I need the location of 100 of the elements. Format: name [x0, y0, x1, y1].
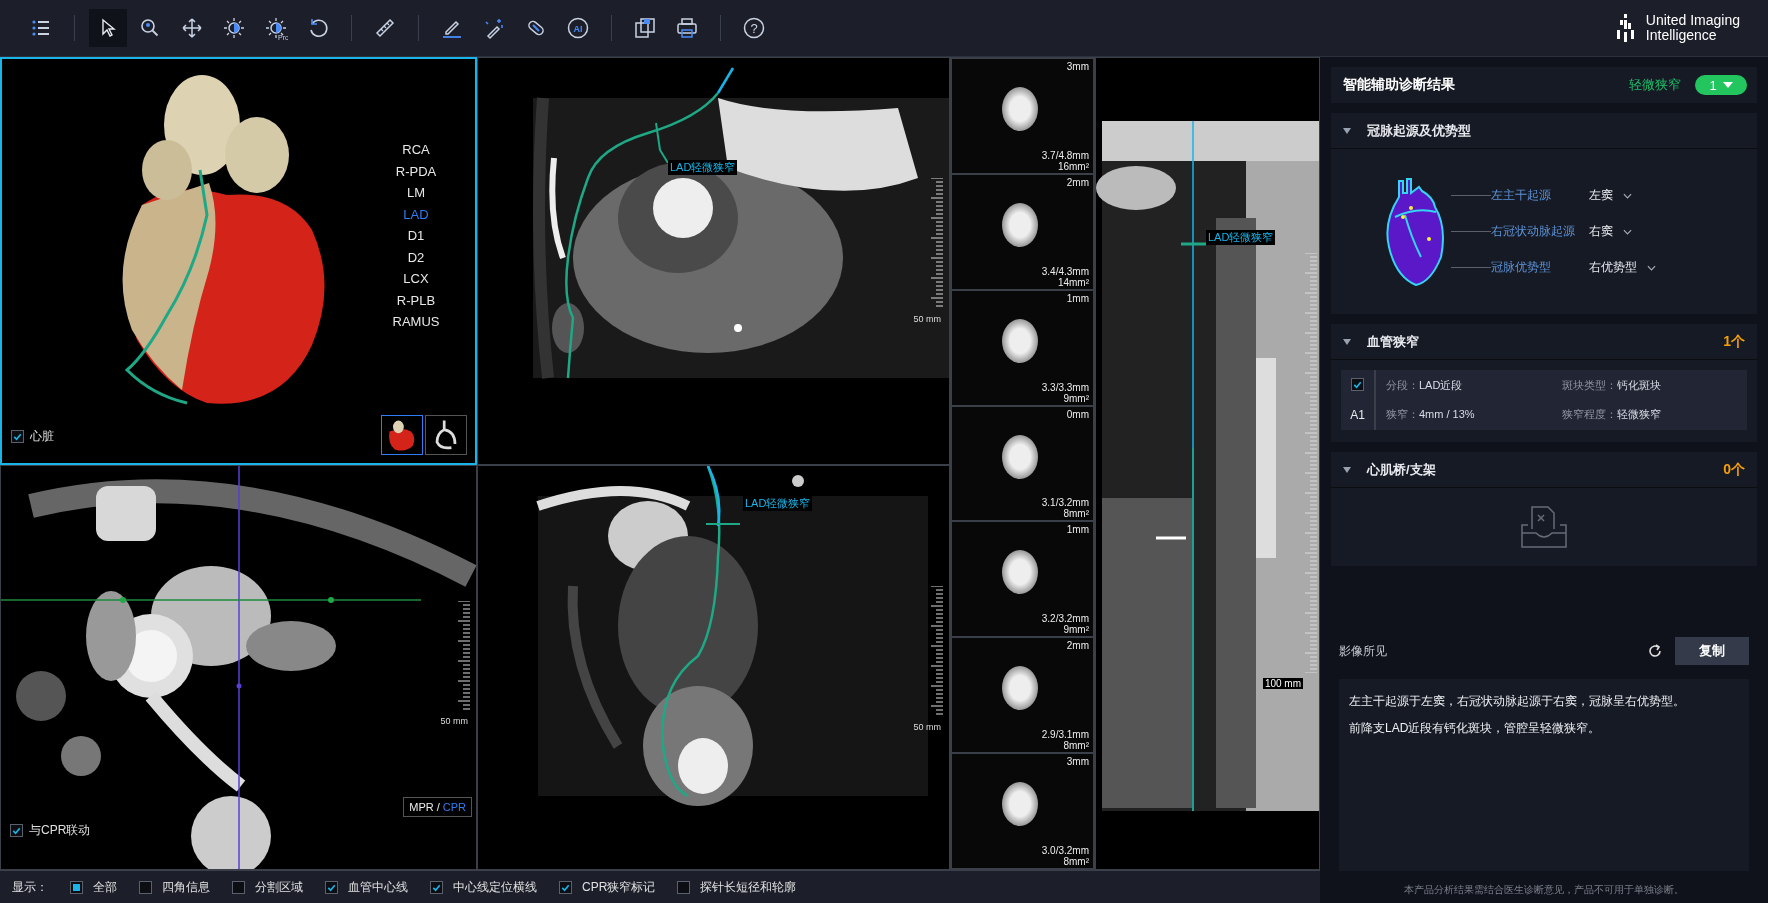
stenosis-marker [1181, 242, 1206, 246]
checkbox[interactable] [677, 880, 691, 894]
image-viewport[interactable]: 50 mm MPR / CPR 与CPR联动 [0, 465, 477, 870]
checkbox[interactable] [430, 880, 443, 894]
crosshair-line[interactable] [1, 597, 422, 603]
stenosis-annotation: LAD轻微狭窄 [743, 496, 813, 511]
checkbox[interactable] [559, 880, 572, 894]
field-label: 分段： [1386, 379, 1419, 391]
image-viewport[interactable]: RCA R-PDA LM LAD D1 D2 LCX R-PLB RAMUS 心脏 [0, 57, 477, 465]
copy-button[interactable]: 复制 [1675, 637, 1749, 665]
diameter-label: 3.0/3.2mm [1041, 845, 1089, 856]
checkbox[interactable] [11, 430, 24, 443]
chevron-down-icon [1623, 228, 1632, 235]
crosshair-line[interactable] [236, 466, 242, 869]
area-label: 9mm² [1063, 392, 1089, 404]
checkbox-label: 与CPR联动 [29, 822, 91, 839]
heart-thumbnail[interactable] [381, 415, 423, 455]
cross-section-view[interactable]: 2mm 3.4/4.3mm 14mm² [952, 174, 1093, 289]
section-header[interactable]: 冠脉起源及优势型 [1331, 113, 1757, 149]
image-viewport[interactable]: LAD轻微狭窄 50 mm [477, 465, 950, 870]
leader-line [1451, 195, 1491, 196]
vessel-label[interactable]: R-PDA [395, 160, 437, 182]
ruler-icon [373, 16, 397, 40]
area-label: 16mm² [1057, 160, 1089, 172]
checkbox-label: 分割区域 [255, 878, 303, 896]
vessel-label[interactable]: LM [406, 182, 426, 204]
field-value: 4mm / 13% [1419, 408, 1475, 420]
cross-section-view[interactable]: 3mm 3.0/3.2mm 8mm² [952, 754, 1093, 868]
origin-dropdown[interactable]: 右窦 [1589, 223, 1632, 240]
cross-section-view[interactable]: 2mm 2.9/3.1mm 8mm² [952, 638, 1093, 753]
pointer-button[interactable] [89, 9, 127, 47]
area-label: 8mm² [1063, 740, 1089, 752]
vessel-label[interactable]: RCA [402, 139, 430, 161]
origin-dropdown[interactable]: 右优势型 [1589, 259, 1656, 276]
cross-section-view[interactable]: 1mm 3.2/3.2mm 9mm² [952, 522, 1093, 637]
checkbox[interactable] [10, 824, 23, 837]
area-label: 8mm² [1063, 856, 1089, 867]
image-viewport[interactable]: LAD轻微狭窄 50 mm [477, 57, 950, 465]
vessel-label[interactable]: D2 [407, 246, 425, 268]
checkbox[interactable] [139, 880, 152, 894]
save-icon [633, 16, 657, 40]
help-button[interactable]: ? [735, 9, 773, 47]
section-header[interactable]: 血管狭窄 1个 [1331, 324, 1757, 360]
view-mode-switch[interactable]: MPR / CPR [403, 797, 472, 817]
field-value: LAD近段 [1419, 379, 1463, 391]
checkbox[interactable] [70, 880, 83, 894]
diameter-label: 3.3/3.3mm [1041, 381, 1089, 393]
leader-line [1451, 231, 1491, 232]
cross-section-view[interactable]: 1mm 3.3/3.3mm 9mm² [952, 290, 1093, 405]
finding-id: A1 [1350, 408, 1365, 423]
vessel-label[interactable]: LAD [403, 203, 429, 225]
checkbox[interactable] [1351, 377, 1364, 391]
cross-section-view[interactable]: 0mm 3.1/3.2mm 8mm² [952, 406, 1093, 521]
status-text: 轻微狭窄 [1629, 76, 1681, 94]
offset-label: 2mm [1066, 176, 1089, 188]
vessel-label[interactable]: RAMUS [392, 311, 440, 333]
section-header[interactable]: 心肌桥/支架 0个 [1331, 452, 1757, 488]
vessel-label[interactable]: LCX [403, 268, 429, 290]
ai-button[interactable]: AI [559, 9, 597, 47]
report-text: 左主干起源于左窦，右冠状动脉起源于右窦，冠脉呈右优势型。 [1349, 693, 1686, 710]
scale-label: 100 mm [1262, 678, 1303, 689]
diameter-label: 3.7/4.8mm [1041, 149, 1089, 161]
brightness-icon [222, 16, 246, 40]
checkbox[interactable] [325, 880, 338, 894]
image-viewport[interactable]: LAD轻微狭窄 100 mm [1095, 57, 1320, 870]
help-icon: ? [742, 16, 766, 40]
caret-icon [1722, 82, 1733, 88]
vessel-cross-section [1002, 550, 1038, 595]
offset-label: 0mm [1066, 408, 1089, 420]
vessel-cross-section [1002, 202, 1038, 247]
refresh-button[interactable] [1647, 643, 1663, 659]
checkbox-label: CPR狭窄标记 [582, 878, 656, 896]
field-value: 轻微狭窄 [1616, 408, 1661, 420]
count-text: 0个 [1723, 460, 1745, 479]
vessel-label[interactable]: D1 [407, 225, 425, 247]
checkbox-label: 心脏 [30, 428, 54, 445]
diameter-label: 3.1/3.2mm [1041, 497, 1089, 509]
wand-icon [482, 16, 506, 40]
vessel-label[interactable]: R-PLB [396, 289, 436, 311]
ai-icon: AI [566, 16, 590, 40]
view-mode-option[interactable]: MPR [409, 801, 434, 813]
chevron-down-icon [1623, 192, 1632, 199]
vessel-cross-section [1002, 782, 1038, 827]
diameter-label: 3.4/4.3mm [1041, 265, 1089, 277]
section-title: 冠脉起源及优势型 [1367, 121, 1472, 140]
panel-title: 智能辅助诊断结果 [1343, 76, 1456, 94]
checkbox[interactable] [232, 880, 245, 894]
area-label: 14mm² [1057, 276, 1089, 288]
offset-label: 1mm [1066, 292, 1089, 304]
view-mode-option[interactable]: CPR [442, 801, 466, 813]
report-text-area[interactable]: 左主干起源于左窦，右冠状动脉起源于右窦，冠脉呈右优势型。 前降支LAD近段有钙化斑块，管腔呈轻微狭窄。 [1339, 679, 1749, 871]
stenosis-annotation: LAD轻微狭窄 [668, 160, 738, 175]
stenosis-annotation: LAD轻微狭窄 [1206, 230, 1276, 245]
field-label: 狭窄： [1386, 408, 1419, 420]
leader-line [1451, 267, 1491, 268]
cross-section-view[interactable]: 3mm 3.7/4.8mm 16mm² [952, 59, 1093, 173]
origin-dropdown[interactable]: 左窦 [1589, 187, 1632, 204]
diameter-label: 2.9/3.1mm [1041, 729, 1089, 741]
vessel-tree-thumbnail[interactable] [425, 415, 467, 455]
offset-label: 2mm [1066, 640, 1089, 652]
